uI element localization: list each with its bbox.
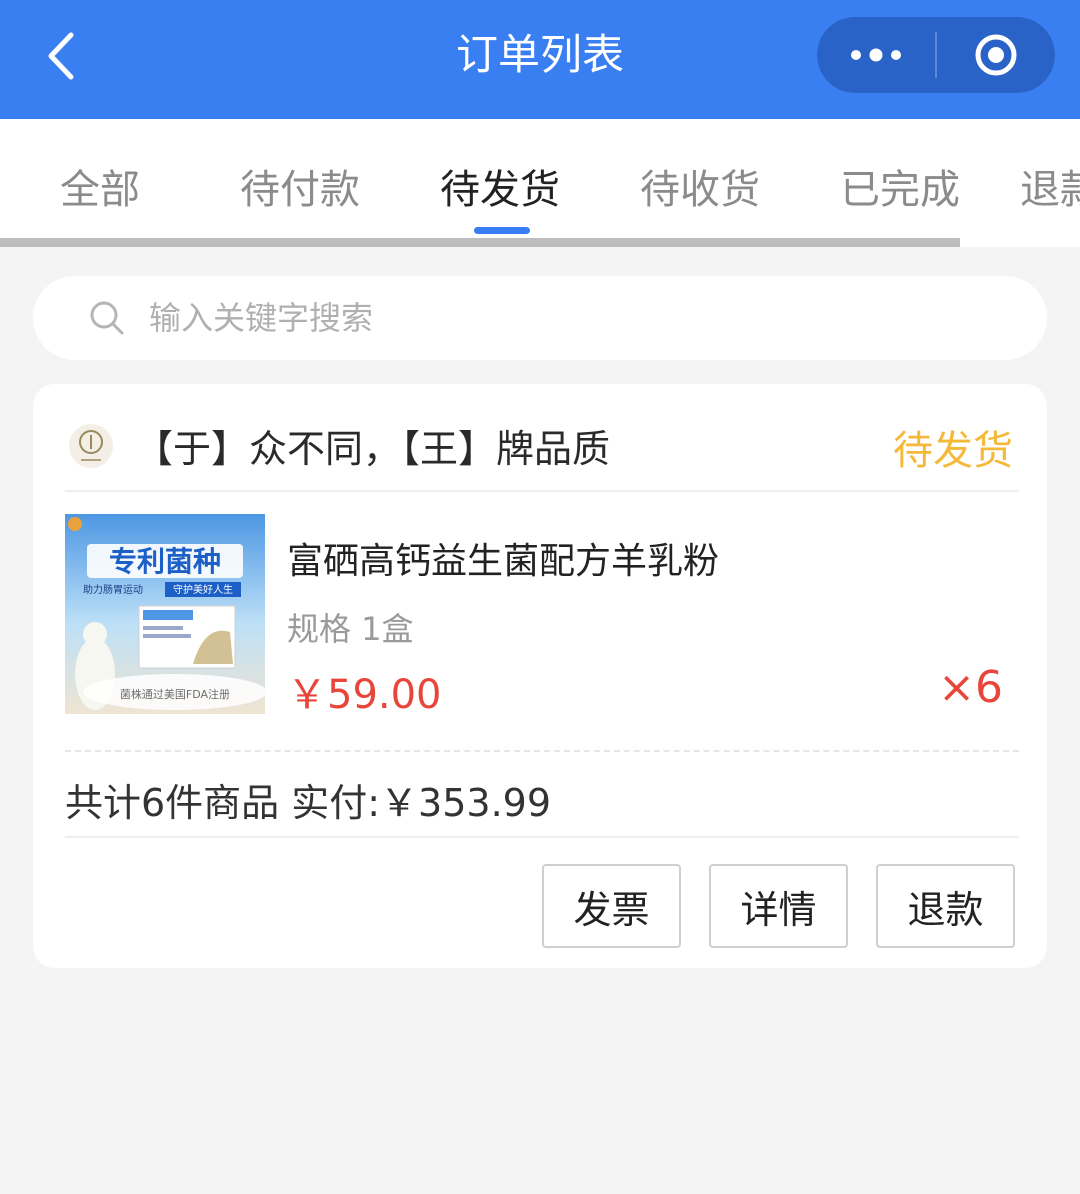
image-headline: 专利菌种 bbox=[109, 545, 221, 578]
mini-program-capsule bbox=[817, 17, 1055, 93]
image-tagline-left: 助力肠胃运动 bbox=[83, 583, 143, 596]
card-divider bbox=[65, 490, 1019, 492]
navigation-bar: 订单列表 bbox=[0, 0, 1080, 119]
product-image[interactable]: 专利菌种 助力肠胃运动 守护美好人生 菌株通过美国FDA注册 bbox=[65, 514, 265, 714]
product-price: ￥59.00 bbox=[287, 672, 442, 718]
back-button[interactable] bbox=[30, 24, 90, 88]
tab-refund[interactable]: 退款 bbox=[1020, 157, 1080, 213]
card-divider bbox=[65, 836, 1019, 838]
search-icon bbox=[90, 301, 124, 335]
search-bar bbox=[33, 276, 1047, 360]
tab-all[interactable]: 全部 bbox=[60, 157, 140, 213]
order-status-tabs: 全部 待付款 待发货 待收货 已完成 退款 bbox=[0, 119, 1080, 247]
more-button[interactable] bbox=[817, 17, 935, 93]
order-summary: 共计6件商品 实付:￥353.99 bbox=[65, 781, 552, 825]
order-actions: 发票 详情 退款 bbox=[542, 864, 1015, 948]
tab-pending-payment[interactable]: 待付款 bbox=[240, 157, 360, 213]
invoice-button[interactable]: 发票 bbox=[542, 864, 681, 948]
image-footer: 菌株通过美国FDA注册 bbox=[120, 687, 230, 701]
more-dots-icon bbox=[851, 48, 901, 62]
product-photo: 专利菌种 助力肠胃运动 守护美好人生 菌株通过美国FDA注册 bbox=[65, 514, 265, 714]
product-name[interactable]: 富硒高钙益生菌配方羊乳粉 bbox=[287, 532, 719, 584]
tab-pending-receipt[interactable]: 待收货 bbox=[640, 157, 760, 213]
order-status: 待发货 bbox=[893, 428, 1013, 474]
chevron-left-icon bbox=[48, 32, 74, 80]
product-quantity: ×6 bbox=[938, 662, 1003, 713]
detail-button[interactable]: 详情 bbox=[709, 864, 848, 948]
order-card[interactable]: 【于】众不同，【王】牌品质 待发货 专利菌种 助力肠胃运动 守护美好人生 菌株通… bbox=[33, 384, 1047, 968]
close-mini-program-button[interactable] bbox=[937, 17, 1055, 93]
image-tagline-right: 守护美好人生 bbox=[173, 583, 233, 596]
tab-pending-shipment[interactable]: 待发货 bbox=[440, 157, 560, 213]
shop-logo bbox=[69, 424, 113, 468]
shop-name[interactable]: 【于】众不同，【王】牌品质 bbox=[135, 418, 610, 473]
target-circle-icon bbox=[975, 34, 1017, 76]
refund-button[interactable]: 退款 bbox=[876, 864, 1015, 948]
tab-completed[interactable]: 已完成 bbox=[840, 157, 960, 213]
card-divider bbox=[65, 750, 1019, 752]
active-tab-indicator bbox=[474, 227, 530, 234]
shop-emblem-icon bbox=[79, 430, 103, 461]
search-input[interactable] bbox=[149, 290, 1009, 346]
product-spec: 规格 1盒 bbox=[287, 610, 414, 648]
tabs-scrollbar[interactable] bbox=[0, 238, 960, 247]
